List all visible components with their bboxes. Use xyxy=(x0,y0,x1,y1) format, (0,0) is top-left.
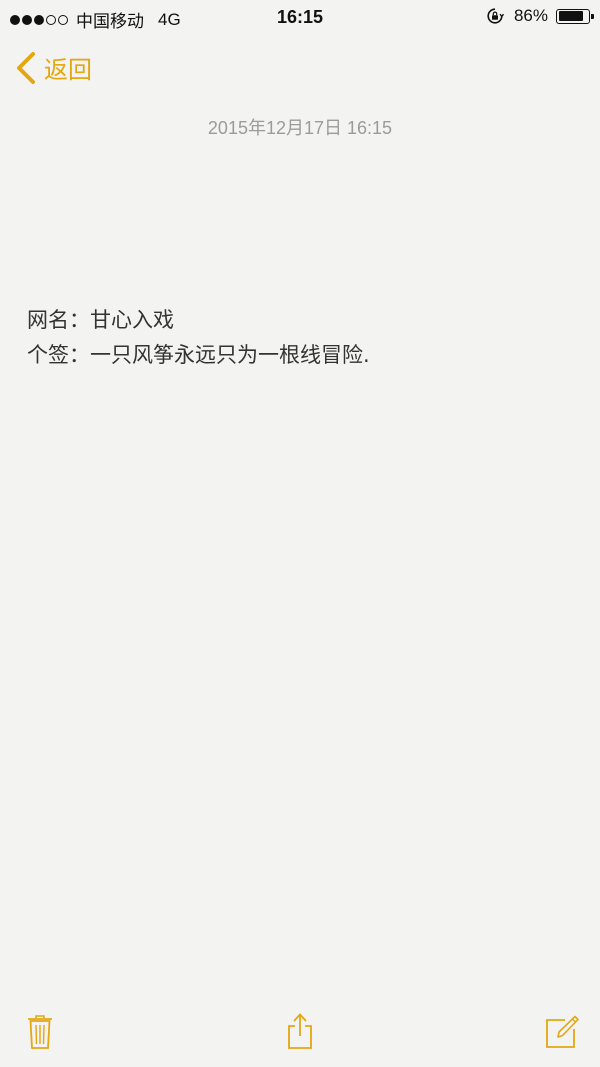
rotation-lock-icon xyxy=(487,8,504,24)
back-label: 返回 xyxy=(44,56,92,84)
battery-icon xyxy=(556,8,594,24)
note-line: 个签：一只风筝永远只为一根线冒险. xyxy=(27,343,370,367)
chevron-left-icon xyxy=(17,51,35,84)
trash-icon[interactable] xyxy=(26,1014,54,1050)
note-date: 2015年12月17日 16:15 xyxy=(207,118,393,138)
compose-icon[interactable] xyxy=(544,1014,580,1050)
battery-percent: 86% xyxy=(513,6,548,25)
back-button[interactable]: 返回 xyxy=(16,50,92,85)
status-right: 86% xyxy=(486,6,594,26)
status-bar: 中国移动 4G 16:15 86% xyxy=(0,0,600,36)
note-body[interactable]: 网名：甘心入戏 个签：一只风筝永远只为一根线冒险. xyxy=(27,303,370,373)
note-line: 网名：甘心入戏 xyxy=(27,308,174,332)
share-icon[interactable] xyxy=(286,1012,314,1050)
